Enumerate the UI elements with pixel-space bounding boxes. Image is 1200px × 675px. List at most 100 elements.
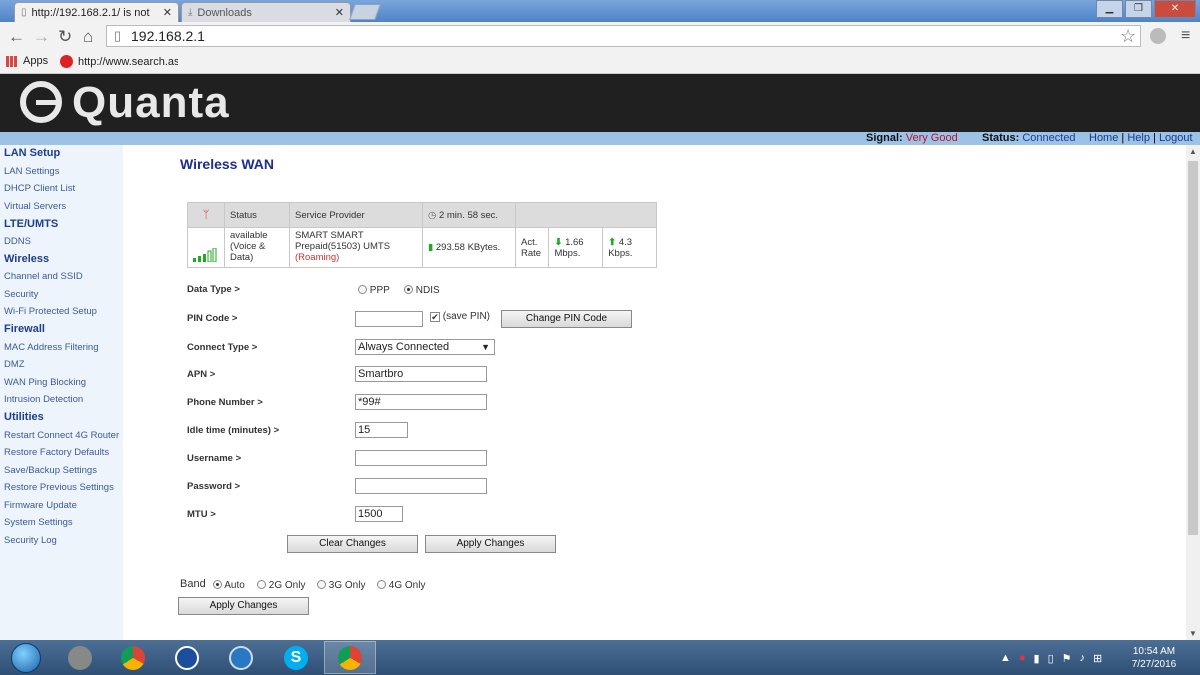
battery-icon: ▮ bbox=[428, 242, 434, 253]
taskbar-chrome[interactable] bbox=[107, 641, 159, 674]
maximize-icon[interactable]: ❐ bbox=[1125, 0, 1152, 18]
band-3g-option[interactable]: 3G Only bbox=[317, 580, 365, 591]
sidebar-section-wireless[interactable]: Wireless bbox=[4, 253, 49, 265]
password-label: Password > bbox=[187, 481, 241, 492]
sidebar-item-system-settings[interactable]: System Settings bbox=[4, 517, 73, 528]
tab-downloads[interactable]: ⤓ Downloads ✕ bbox=[181, 2, 351, 22]
sidebar-item-restore-previous[interactable]: Restore Previous Settings bbox=[4, 482, 114, 493]
phone-number-input[interactable]: *99# bbox=[355, 394, 487, 410]
scroll-down-icon[interactable]: ▼ bbox=[1189, 629, 1197, 638]
sidebar-item-firmware-update[interactable]: Firmware Update bbox=[4, 500, 77, 511]
up-rate-cell: ⬆ 4.3 Kbps. bbox=[602, 227, 657, 268]
reload-icon[interactable]: ↻ bbox=[58, 27, 72, 47]
help-link[interactable]: Help bbox=[1127, 132, 1150, 144]
ndis-radio[interactable] bbox=[404, 285, 413, 294]
back-icon[interactable]: ← bbox=[8, 27, 25, 47]
scroll-thumb[interactable] bbox=[1188, 161, 1198, 535]
vertical-scrollbar[interactable]: ▲ ▼ bbox=[1186, 145, 1200, 640]
scroll-up-icon[interactable]: ▲ bbox=[1189, 147, 1197, 156]
sidebar-section-utilities[interactable]: Utilities bbox=[4, 411, 44, 423]
idle-time-label: Idle time (minutes) > bbox=[187, 425, 280, 436]
signal-bars-icon bbox=[187, 227, 225, 268]
home-link[interactable]: Home bbox=[1089, 132, 1118, 144]
sidebar-item-security[interactable]: Security bbox=[4, 289, 38, 300]
clear-changes-button[interactable]: Clear Changes bbox=[287, 535, 418, 553]
taskbar-clock[interactable]: 10:54 AM 7/27/2016 bbox=[1126, 645, 1182, 671]
password-input[interactable] bbox=[355, 478, 487, 494]
logout-link[interactable]: Logout bbox=[1159, 132, 1193, 144]
mtu-input[interactable]: 1500 bbox=[355, 506, 403, 522]
sidebar-item-virtual-servers[interactable]: Virtual Servers bbox=[4, 201, 66, 212]
new-tab-button[interactable] bbox=[349, 4, 381, 20]
save-pin-option[interactable]: ✔ (save PIN) bbox=[430, 311, 490, 322]
menu-icon[interactable]: ≡ bbox=[1181, 27, 1190, 45]
data-type-ndis-option[interactable]: NDIS bbox=[404, 285, 440, 296]
taskbar-app-1[interactable] bbox=[54, 641, 106, 674]
band-3g-radio[interactable] bbox=[317, 580, 326, 589]
sidebar-item-security-log[interactable]: Security Log bbox=[4, 535, 57, 546]
sidebar-item-dmz[interactable]: DMZ bbox=[4, 359, 25, 370]
sidebar-item-restore-defaults[interactable]: Restore Factory Defaults bbox=[4, 447, 109, 458]
sidebar-item-wps[interactable]: Wi-Fi Protected Setup bbox=[4, 306, 97, 317]
taskbar-app-3[interactable] bbox=[161, 641, 213, 674]
band-2g-option[interactable]: 2G Only bbox=[257, 580, 305, 591]
sidebar-item-restart-router[interactable]: Restart Connect 4G Router bbox=[4, 430, 119, 441]
data-type-ppp-option[interactable]: PPP bbox=[358, 285, 390, 296]
antivirus-icon[interactable]: ● bbox=[1019, 652, 1026, 665]
close-tab-icon[interactable]: ✕ bbox=[163, 6, 172, 19]
bookmark-apps[interactable]: Apps bbox=[6, 55, 48, 67]
sidebar-item-intrusion-detection[interactable]: Intrusion Detection bbox=[4, 394, 83, 405]
sidebar-item-wan-ping-blocking[interactable]: WAN Ping Blocking bbox=[4, 377, 86, 388]
bookmark-star-icon[interactable]: ☆ bbox=[1120, 26, 1136, 47]
tab-router[interactable]: ▯ http://192.168.2.1/ is not ✕ bbox=[14, 2, 179, 22]
close-tab-icon[interactable]: ✕ bbox=[335, 6, 344, 19]
windows-tray-icon[interactable]: ⊞ bbox=[1093, 652, 1102, 665]
idle-time-input[interactable]: 15 bbox=[355, 422, 408, 438]
address-bar[interactable]: ▯ 192.168.2.1 bbox=[106, 25, 1141, 47]
taskbar-chrome-active[interactable] bbox=[324, 641, 376, 674]
sidebar-item-channel-ssid[interactable]: Channel and SSID bbox=[4, 271, 83, 282]
sidebar-item-dhcp-client-list[interactable]: DHCP Client List bbox=[4, 183, 75, 194]
connect-type-select[interactable]: Always Connected ▼ bbox=[355, 339, 495, 355]
ask-icon bbox=[60, 55, 73, 68]
battery-tray-icon[interactable]: ▯ bbox=[1048, 652, 1054, 665]
change-pin-button[interactable]: Change PIN Code bbox=[501, 310, 632, 328]
sidebar-section-lan-setup[interactable]: LAN Setup bbox=[4, 147, 60, 159]
apply-changes-button[interactable]: Apply Changes bbox=[425, 535, 556, 553]
pin-code-input[interactable] bbox=[355, 311, 423, 327]
show-hidden-icons-icon[interactable]: ▲ bbox=[1000, 652, 1011, 665]
ccleaner-icon bbox=[175, 645, 199, 670]
flag-icon[interactable]: ⚑ bbox=[1062, 652, 1072, 665]
band-2g-radio[interactable] bbox=[257, 580, 266, 589]
sidebar-item-mac-filtering[interactable]: MAC Address Filtering bbox=[4, 342, 99, 353]
taskbar-skype[interactable]: S bbox=[270, 641, 322, 674]
provider-cell: SMART SMART Prepaid(51503) UMTS (Roaming… bbox=[289, 227, 423, 268]
band-auto-option[interactable]: Auto bbox=[213, 580, 245, 591]
sidebar-section-lte-umts[interactable]: LTE/UMTS bbox=[4, 218, 58, 230]
table-header-row: ᛘ Status Service Provider ◷ 2 min. 58 se… bbox=[187, 202, 657, 228]
minimize-icon[interactable]: ▁ bbox=[1096, 0, 1123, 18]
taskbar-app-4[interactable] bbox=[215, 641, 267, 674]
volume-icon[interactable]: ♪ bbox=[1080, 652, 1086, 665]
home-icon[interactable]: ⌂ bbox=[83, 27, 93, 47]
sidebar-section-firewall[interactable]: Firewall bbox=[4, 323, 45, 335]
extension-icon[interactable] bbox=[1150, 28, 1166, 44]
sidebar-item-lan-settings[interactable]: LAN Settings bbox=[4, 166, 59, 177]
username-input[interactable] bbox=[355, 450, 487, 466]
band-auto-radio[interactable] bbox=[213, 580, 222, 589]
router-status-bar: Signal: Very Good Status: Connected Home… bbox=[0, 132, 1200, 145]
close-window-icon[interactable]: ✕ bbox=[1154, 0, 1196, 18]
sidebar-item-ddns[interactable]: DDNS bbox=[4, 236, 31, 247]
start-button[interactable] bbox=[0, 641, 52, 674]
band-4g-radio[interactable] bbox=[377, 580, 386, 589]
forward-icon[interactable]: → bbox=[33, 27, 50, 47]
network-signal-icon[interactable]: ▮ bbox=[1034, 652, 1040, 665]
apn-input[interactable]: Smartbro bbox=[355, 366, 487, 382]
bookmark-ask[interactable]: http://www.search.ask bbox=[60, 55, 178, 68]
sidebar-item-save-backup[interactable]: Save/Backup Settings bbox=[4, 465, 97, 476]
band-apply-button[interactable]: Apply Changes bbox=[178, 597, 309, 615]
band-4g-option[interactable]: 4G Only bbox=[377, 580, 425, 591]
save-pin-checkbox[interactable]: ✔ bbox=[430, 312, 440, 322]
chrome-icon bbox=[121, 645, 145, 670]
ppp-radio[interactable] bbox=[358, 285, 367, 294]
